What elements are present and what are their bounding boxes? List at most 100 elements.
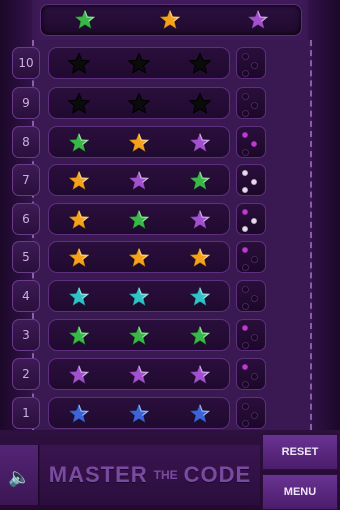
star-peg[interactable] (188, 169, 212, 193)
secret-code-bar (40, 4, 302, 36)
star-peg[interactable] (127, 92, 151, 116)
star-peg[interactable] (127, 402, 151, 426)
row-number: 4 (12, 280, 40, 312)
guess-row: 1 (12, 397, 298, 429)
sound-button[interactable]: 🔈 (0, 445, 39, 505)
guess-row: 9 (12, 87, 298, 119)
star-peg[interactable] (127, 324, 151, 348)
feedback-dot (251, 179, 257, 185)
feedback-pegs (236, 280, 266, 312)
star-peg[interactable] (188, 285, 212, 309)
star-peg[interactable] (67, 363, 91, 387)
star-peg[interactable] (127, 208, 151, 232)
guess-row: 3 (12, 319, 298, 351)
feedback-dot (251, 256, 258, 263)
star-peg[interactable] (188, 52, 212, 76)
feedback-dot (242, 264, 249, 271)
feedback-dot (242, 170, 248, 176)
row-number: 2 (12, 358, 40, 390)
star-peg[interactable] (67, 92, 91, 116)
star-peg[interactable] (67, 52, 91, 76)
feedback-pegs (236, 87, 266, 119)
guess-slots[interactable] (48, 47, 230, 79)
menu-button[interactable]: MENU (262, 474, 338, 510)
speaker-icon: 🔈 (8, 467, 31, 488)
star-peg[interactable] (67, 402, 91, 426)
feedback-dot (242, 247, 248, 253)
feedback-dot (251, 295, 258, 302)
star-peg[interactable] (127, 52, 151, 76)
feedback-dot (242, 110, 249, 117)
star-peg[interactable] (67, 246, 91, 270)
star-peg[interactable] (127, 131, 151, 155)
row-number: 3 (12, 319, 40, 351)
star-peg[interactable] (127, 363, 151, 387)
star-peg[interactable] (67, 169, 91, 193)
star-peg[interactable] (67, 324, 91, 348)
star-peg[interactable] (67, 131, 91, 155)
feedback-pegs (236, 126, 266, 158)
guess-row: 5 (12, 241, 298, 273)
title-the: THE (153, 468, 178, 482)
row-number: 7 (12, 164, 40, 196)
guess-row: 10 (12, 47, 298, 79)
guess-slots[interactable] (48, 280, 230, 312)
reset-button[interactable]: RESET (262, 434, 338, 470)
title-master: MASTER (48, 462, 148, 487)
star-peg[interactable] (67, 285, 91, 309)
feedback-dot (242, 93, 249, 100)
star-peg[interactable] (67, 208, 91, 232)
row-number: 6 (12, 203, 40, 235)
feedback-pegs (236, 397, 266, 429)
title-code: CODE (183, 462, 252, 487)
star-peg[interactable] (188, 402, 212, 426)
feedback-pegs (236, 319, 266, 351)
feedback-dot (251, 334, 258, 341)
feedback-dot (251, 141, 257, 147)
guess-row: 2 (12, 358, 298, 390)
feedback-dot (251, 412, 258, 419)
right-wall (308, 0, 340, 430)
guess-slots[interactable] (48, 164, 230, 196)
guess-slots[interactable] (48, 397, 230, 429)
feedback-dot (242, 364, 248, 370)
feedback-dot (242, 286, 249, 293)
feedback-dot (251, 373, 258, 380)
guess-slots[interactable] (48, 126, 230, 158)
star-peg[interactable] (188, 208, 212, 232)
star-peg[interactable] (127, 285, 151, 309)
star-peg[interactable] (127, 169, 151, 193)
star-peg[interactable] (188, 131, 212, 155)
feedback-dot (251, 102, 258, 109)
feedback-dot (242, 303, 249, 310)
guess-slots[interactable] (48, 319, 230, 351)
row-number: 1 (12, 397, 40, 429)
row-number: 9 (12, 87, 40, 119)
guess-row: 4 (12, 280, 298, 312)
star-peg[interactable] (127, 246, 151, 270)
row-number: 8 (12, 126, 40, 158)
guess-row: 6 (12, 203, 298, 235)
star-peg[interactable] (188, 246, 212, 270)
guess-row: 8 (12, 126, 298, 158)
feedback-dot (242, 403, 249, 410)
guess-slots[interactable] (48, 241, 230, 273)
feedback-pegs (236, 241, 266, 273)
guess-slots[interactable] (48, 203, 230, 235)
code-star-2 (158, 8, 182, 32)
feedback-dot (242, 342, 249, 349)
feedback-dot (251, 218, 257, 224)
guess-slots[interactable] (48, 87, 230, 119)
feedback-dot (242, 420, 249, 427)
star-peg[interactable] (188, 324, 212, 348)
guess-slots[interactable] (48, 358, 230, 390)
feedback-pegs (236, 203, 266, 235)
star-peg[interactable] (188, 363, 212, 387)
feedback-dot (242, 381, 249, 388)
code-star-1 (73, 8, 97, 32)
star-peg[interactable] (188, 92, 212, 116)
feedback-dot (242, 209, 248, 215)
guess-row: 7 (12, 164, 298, 196)
feedback-dot (251, 62, 258, 69)
code-star-3 (246, 8, 270, 32)
